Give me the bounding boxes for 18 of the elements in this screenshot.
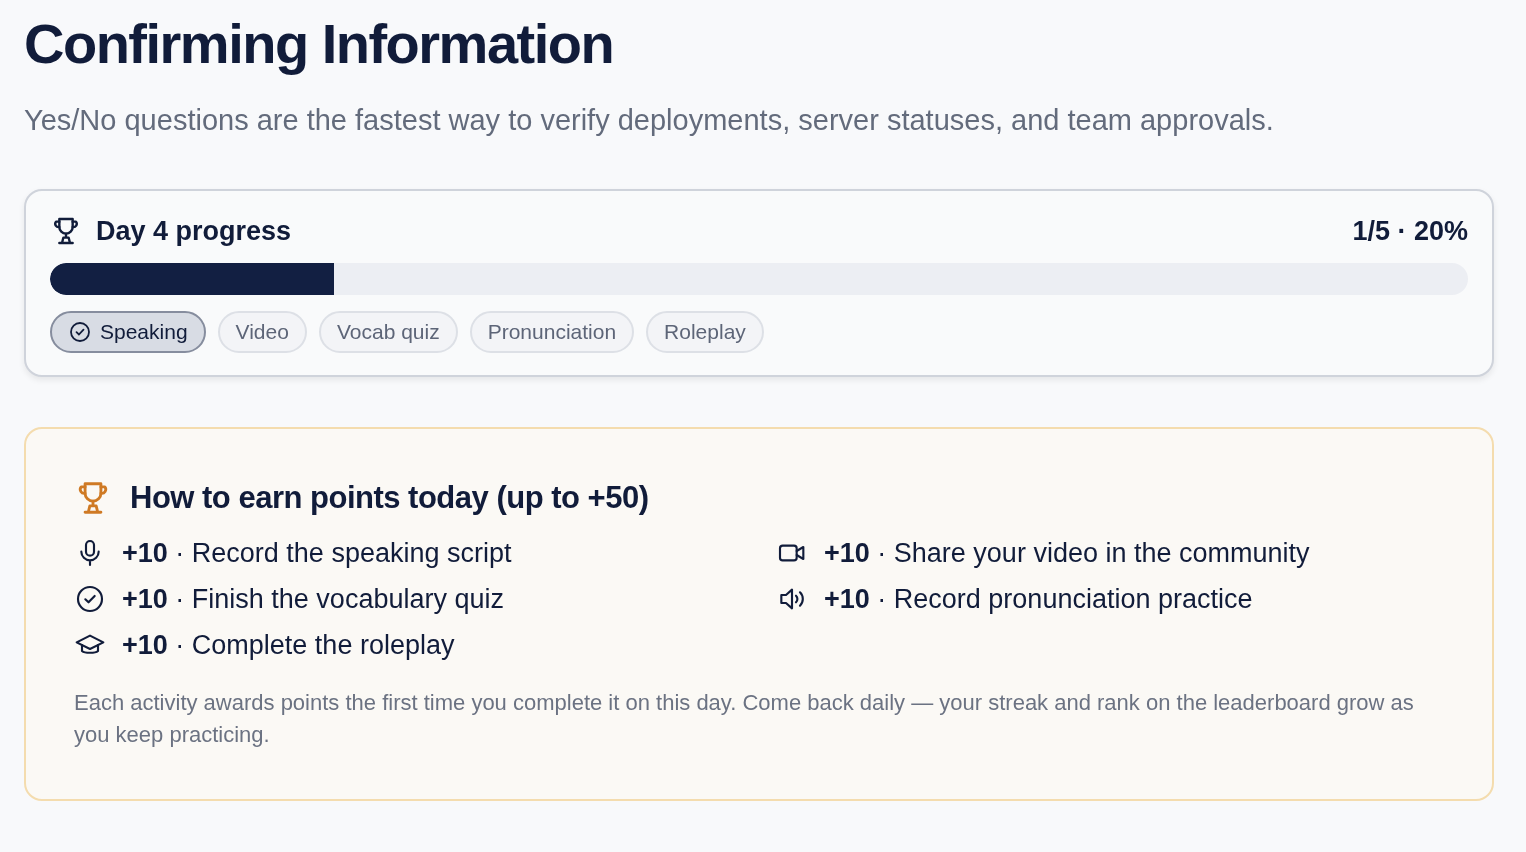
check-circle-icon xyxy=(74,583,106,615)
activity-chip[interactable]: Pronunciation xyxy=(469,311,635,353)
progress-title: Day 4 progress xyxy=(96,215,292,247)
progress-summary: 1/5 · 20% xyxy=(1352,215,1468,247)
activity-chip[interactable]: Video xyxy=(217,311,307,353)
points-rule: +10 · Record the speaking script xyxy=(122,537,512,569)
activity-chip[interactable]: Roleplay xyxy=(646,311,764,353)
activity-chip[interactable]: Vocab quiz xyxy=(318,311,458,353)
points-title: How to earn points today (up to +50) xyxy=(130,480,649,516)
check-circle-icon xyxy=(68,320,92,344)
points-note: Each activity awards points the first time you complete it on this day. Come back daily — your streak and rank on the leaderboard grow as you keep practicing. xyxy=(74,689,1415,749)
points-rule: +10 · Complete the roleplay xyxy=(122,629,455,661)
points-rule: +10 · Record pronunciation practice xyxy=(824,583,1253,615)
points-rule: +10 · Finish the vocabulary quiz xyxy=(122,583,504,615)
activity-chip[interactable]: Speaking xyxy=(50,311,206,353)
points-rule: +10 · Share your video in the community xyxy=(824,537,1310,569)
page-title: Confirming Information xyxy=(24,11,615,77)
page-subtitle: Yes/No questions are the fastest way to verify deployments, server statuses, and team approvals. xyxy=(24,104,1275,137)
